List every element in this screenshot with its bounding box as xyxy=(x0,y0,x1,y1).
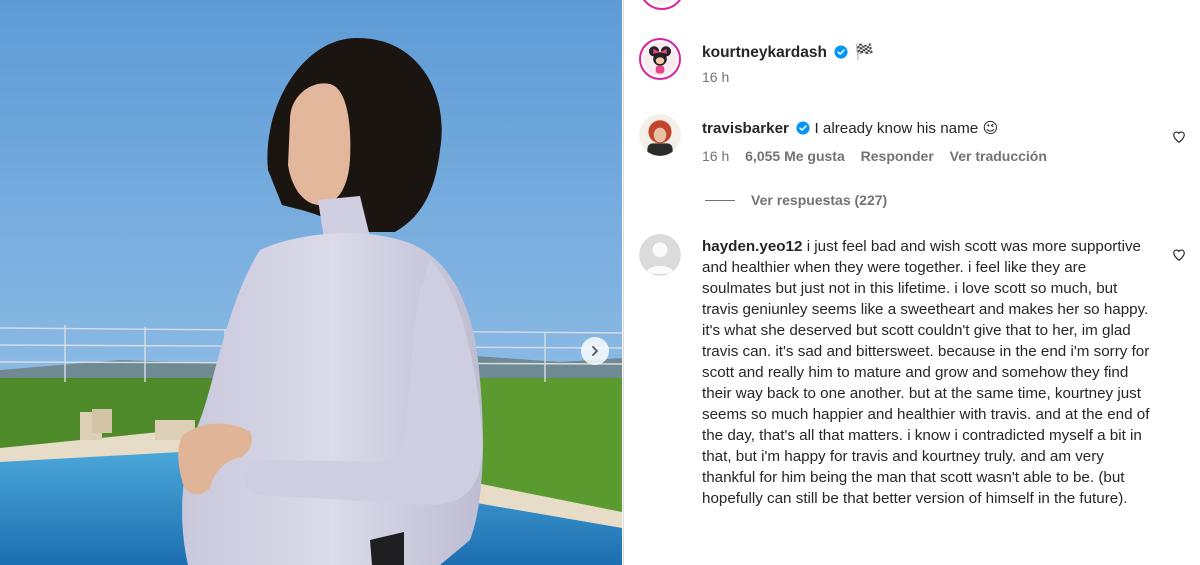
commenter-avatar[interactable] xyxy=(639,234,681,276)
travis-avatar-icon xyxy=(639,114,681,156)
commenter-avatar[interactable] xyxy=(639,114,681,156)
chevron-right-icon xyxy=(592,346,598,356)
verified-icon xyxy=(834,45,848,59)
view-replies-button[interactable]: Ver respuestas (227) xyxy=(705,192,887,208)
view-replies-label: Ver respuestas (227) xyxy=(751,192,888,208)
comment-username[interactable]: travisbarker xyxy=(702,120,789,137)
translate-button[interactable]: Ver traducción xyxy=(950,148,1047,164)
heart-icon[interactable] xyxy=(1172,248,1186,262)
comment-text: I already know his name 😉 xyxy=(814,120,999,137)
comments-panel: kourtneykardash 🏁 16 h travisbarker I al… xyxy=(623,0,1200,565)
post-image xyxy=(0,0,622,565)
verified-icon xyxy=(796,121,810,135)
comment-time[interactable]: 16 h xyxy=(702,148,729,164)
next-photo-button[interactable] xyxy=(581,337,609,365)
heart-icon[interactable] xyxy=(1172,130,1186,144)
author-avatar[interactable] xyxy=(639,38,681,80)
flag-emoji: 🏁 xyxy=(854,44,874,61)
author-username[interactable]: kourtneykardash xyxy=(702,44,827,61)
post-photo xyxy=(0,0,622,565)
author-time[interactable]: 16 h xyxy=(702,69,729,85)
minnie-avatar-icon xyxy=(643,42,677,76)
default-avatar-icon xyxy=(639,234,681,276)
previous-avatar[interactable] xyxy=(639,0,685,10)
replies-divider xyxy=(705,199,735,201)
comment-likes[interactable]: 6,055 Me gusta xyxy=(745,148,845,164)
comment-username[interactable]: hayden.yeo12 xyxy=(702,238,802,255)
comment-text: i just feel bad and wish scott was more … xyxy=(702,238,1150,507)
reply-button[interactable]: Responder xyxy=(861,148,934,164)
